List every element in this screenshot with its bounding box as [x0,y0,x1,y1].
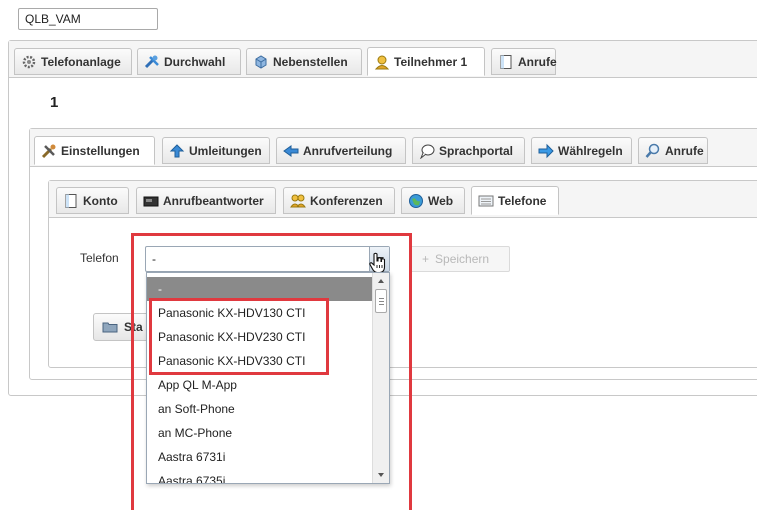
tab-konferenzen[interactable]: Konferenzen [283,187,395,214]
document-icon [500,54,512,69]
tab-label: Anrufe [665,143,704,158]
tab-konto[interactable]: Konto [56,187,129,214]
arrow-up-icon [169,143,185,157]
wrench-icon [41,144,56,158]
cube-icon [255,54,267,69]
tab-sprachportal[interactable]: Sprachportal [412,137,525,164]
annotation-highlight-panasonic [149,298,329,375]
tab-anrufe[interactable]: Anrufe [491,48,557,75]
tab-anrufverteilung[interactable]: Anrufverteilung [276,137,406,164]
conference-icon [290,194,306,207]
tab-anrufe-log[interactable]: Anrufe [638,137,708,164]
participant-name-field[interactable] [18,8,158,30]
save-button[interactable]: + Speichern [409,246,510,272]
tab-label: Nebenstellen [273,54,348,69]
tab-durchwahl[interactable]: Durchwahl [137,48,241,75]
tab-telefone[interactable]: Telefone [471,186,559,215]
document-icon [65,193,77,208]
tab-label: Konto [83,193,118,208]
arrow-right-icon [538,143,554,158]
tab-label: Telefone [498,193,547,208]
tab-label: Anrufbeantworter [163,193,264,208]
split-arrows-icon [283,144,299,157]
save-button-label: Speichern [435,252,490,266]
globe-icon [409,193,423,208]
telefon-label: Telefon [80,251,119,265]
answering-machine-icon [143,196,159,206]
gear-icon [22,55,36,68]
tab-label: Sprachportal [439,143,514,158]
tab-label: Konferenzen [310,193,383,208]
tab-waehlregeln[interactable]: Wählregeln [531,137,632,164]
tab-label: Durchwahl [164,54,226,69]
plus-icon: + [422,252,430,266]
tab-label: Anrufverteilung [303,143,393,158]
tab-label: Web [428,193,454,208]
tab-nebenstellen[interactable]: Nebenstellen [246,48,362,75]
user-icon [374,55,390,69]
tools-icon [144,55,159,68]
tab-teilnehmer-1[interactable]: Teilnehmer 1 [367,47,485,76]
tab-web[interactable]: Web [401,187,465,214]
tab-label: Anrufe [518,54,557,69]
tab-label: Wählregeln [558,143,623,158]
phone-list-icon [478,195,494,206]
tab-label: Einstellungen [61,143,140,158]
magnifier-icon [645,143,660,158]
tab-umleitungen[interactable]: Umleitungen [162,137,270,164]
tab-label: Umleitungen [189,143,262,158]
participant-number: 1 [50,94,59,111]
folder-icon [102,322,118,333]
tab-label: Telefonanlage [41,54,121,69]
tab-telefonanlage[interactable]: Telefonanlage [14,48,132,75]
tab-anrufbeantworter[interactable]: Anrufbeantworter [136,187,276,214]
speech-icon [420,144,435,159]
tab-label: Teilnehmer 1 [394,54,468,69]
tab-einstellungen[interactable]: Einstellungen [34,136,155,165]
